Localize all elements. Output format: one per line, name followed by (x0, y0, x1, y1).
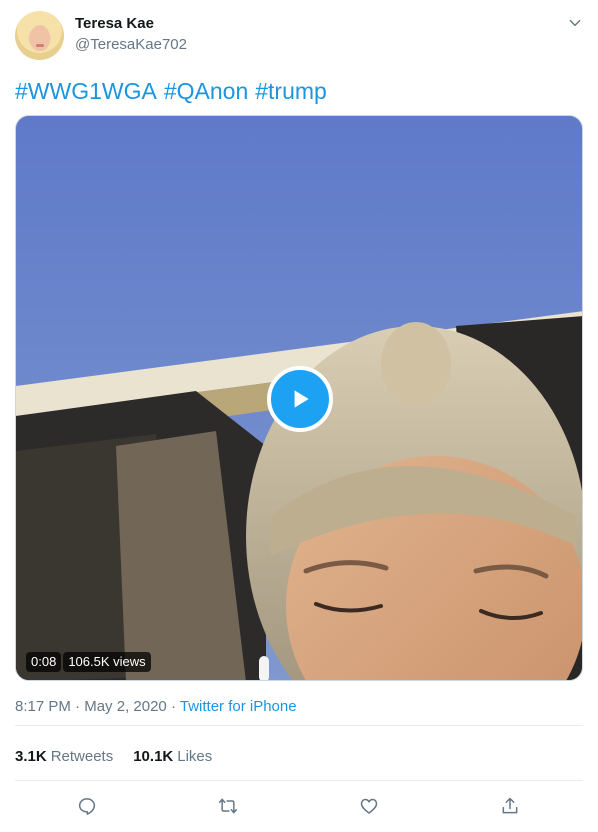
retweets-stat[interactable]: 3.1K Retweets (15, 748, 113, 765)
tweet-time[interactable]: 8:17 PM (15, 698, 71, 715)
retweet-icon (218, 798, 238, 814)
avatar[interactable] (15, 11, 64, 60)
meta-separator: · (170, 698, 176, 715)
reply-icon (78, 798, 96, 815)
likes-stat[interactable]: 10.1K Likes (133, 748, 212, 765)
hashtag-link[interactable]: #trump (255, 78, 327, 104)
hashtag-link[interactable]: #WWG1WGA (15, 78, 157, 104)
tweet-date[interactable]: May 2, 2020 (84, 698, 167, 715)
video-player[interactable]: 0:08 106.5K views (15, 115, 583, 681)
tweet-text: #WWG1WGA #QAnon #trump (15, 76, 334, 106)
display-name[interactable]: Teresa Kae (75, 15, 154, 32)
tweet-meta: 8:17 PM · May 2, 2020 · Twitter for iPho… (15, 698, 297, 715)
tweet-actions (0, 790, 598, 820)
reply-button[interactable] (75, 794, 99, 818)
video-views: 106.5K views (63, 652, 151, 672)
meta-separator: · (75, 698, 81, 715)
tweet-card: Teresa Kae @TeresaKae702 #WWG1WGA #QAnon #… (0, 0, 598, 832)
video-info: 0:08 106.5K views (26, 652, 151, 672)
retweets-count: 3.1K (15, 748, 47, 765)
likes-label: Likes (177, 748, 213, 765)
tweet-source-link[interactable]: Twitter for iPhone (180, 698, 297, 715)
more-options-button[interactable] (564, 12, 586, 34)
divider (15, 725, 583, 726)
share-icon (502, 797, 518, 814)
tweet-stats: 3.1K Retweets 10.1K Likes (15, 748, 212, 765)
likes-count: 10.1K (133, 748, 174, 765)
avatar-lips (36, 44, 44, 47)
play-icon (294, 390, 309, 408)
avatar-face (30, 25, 50, 51)
retweets-label: Retweets (50, 748, 114, 765)
chevron-down-icon (569, 19, 581, 27)
like-button[interactable] (357, 794, 381, 818)
heart-icon (360, 798, 378, 814)
user-handle[interactable]: @TeresaKae702 (75, 36, 187, 53)
play-button[interactable] (267, 366, 333, 432)
share-button[interactable] (498, 794, 522, 818)
retweet-button[interactable] (216, 794, 240, 818)
video-duration: 0:08 (26, 652, 62, 672)
divider (15, 780, 583, 781)
hashtag-link[interactable]: #QAnon (164, 78, 248, 104)
